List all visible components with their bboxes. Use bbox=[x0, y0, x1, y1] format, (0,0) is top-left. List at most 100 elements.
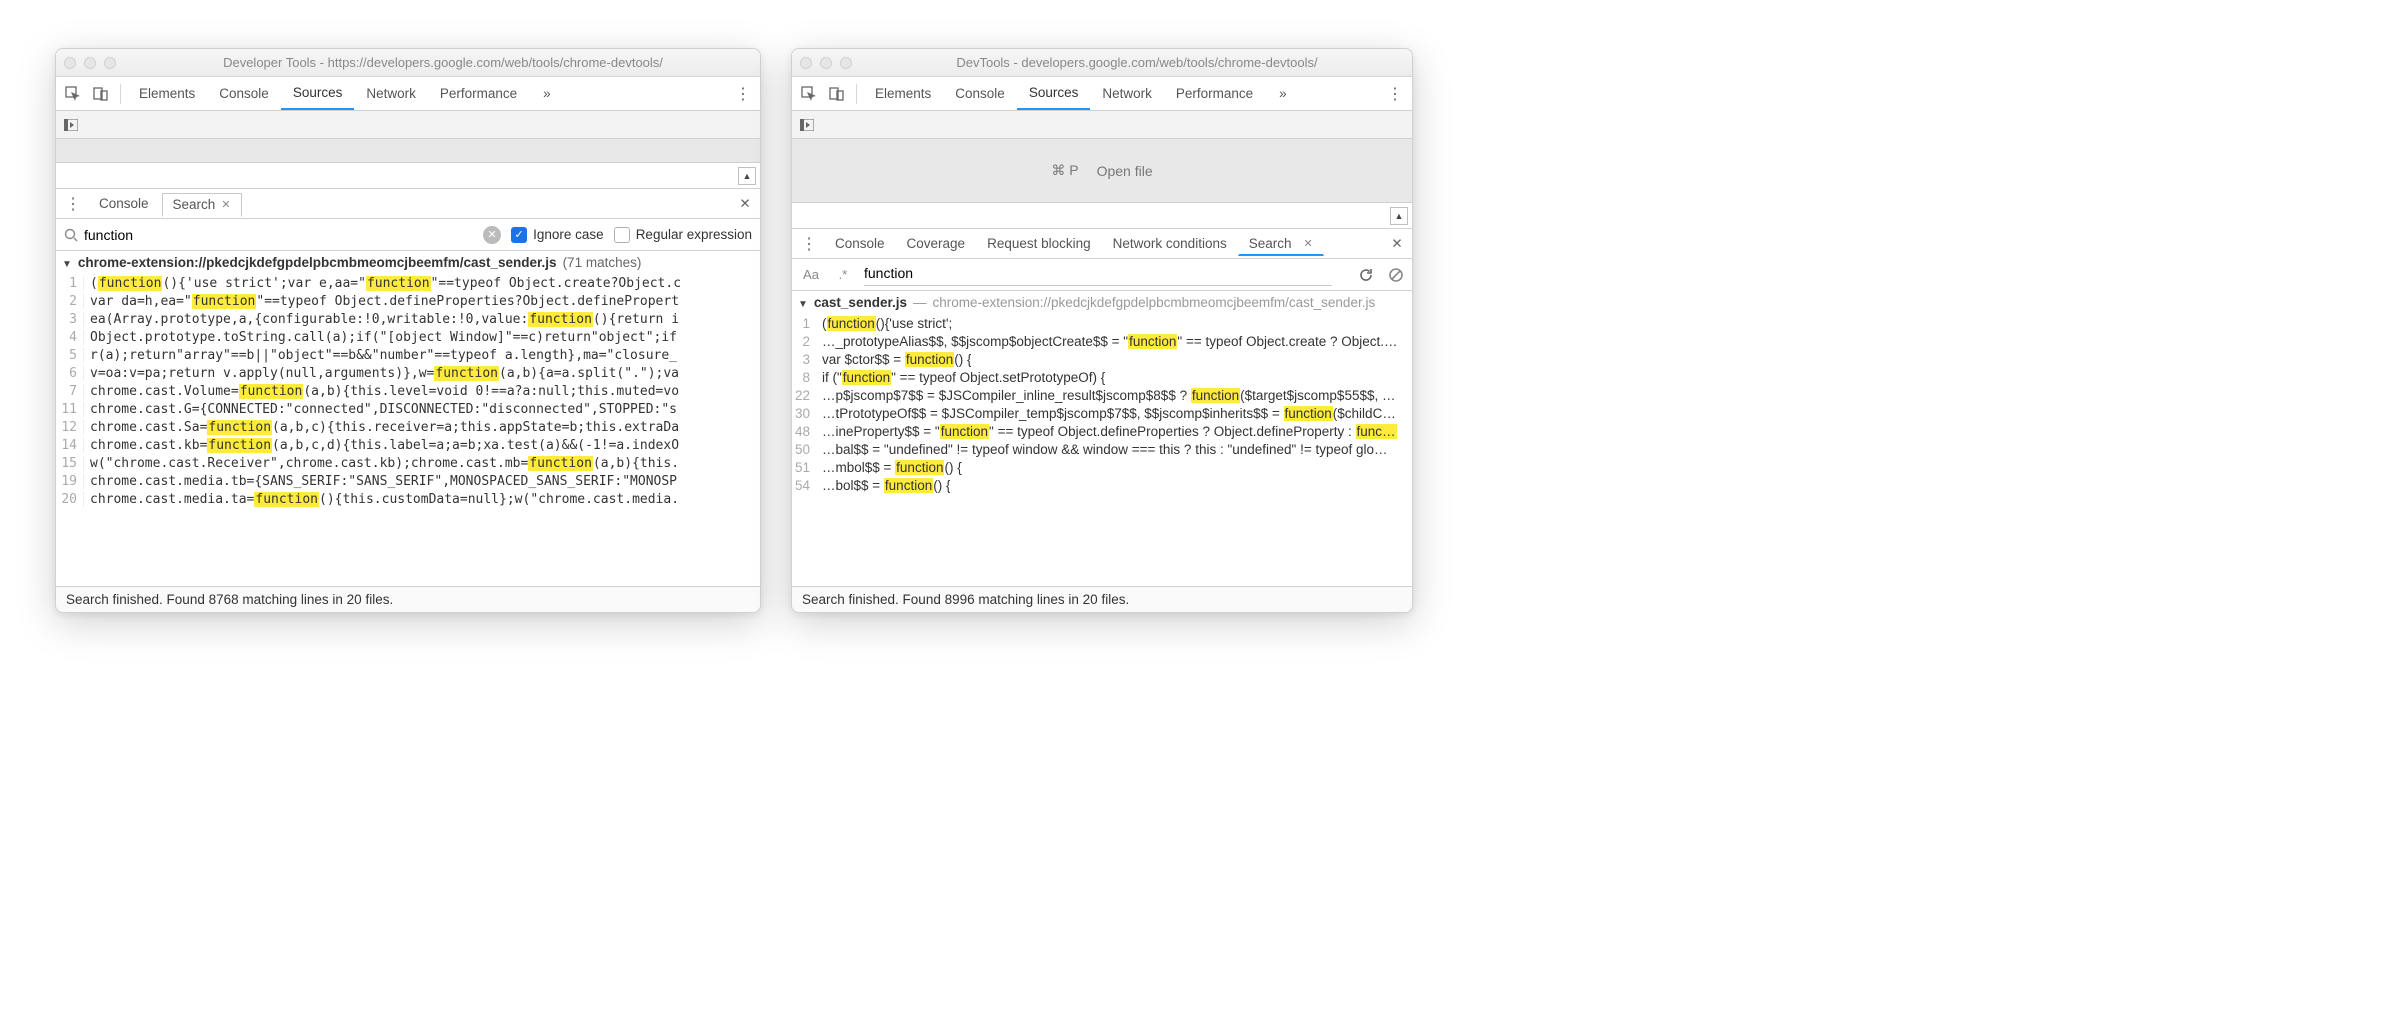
result-line[interactable]: 3var $ctor$$ = function() { bbox=[792, 350, 1412, 368]
close-tab-icon[interactable]: ✕ bbox=[221, 198, 230, 211]
drawer-kebab-icon[interactable]: ⋮ bbox=[60, 194, 86, 214]
traffic-min[interactable] bbox=[84, 57, 96, 69]
window-title: Developer Tools - https://developers.goo… bbox=[134, 55, 752, 70]
traffic-close[interactable] bbox=[64, 57, 76, 69]
ignore-case-checkbox[interactable]: ✓ Ignore case bbox=[511, 227, 604, 243]
regex-label: Regular expression bbox=[636, 227, 752, 242]
drawer-tab-console[interactable]: Console bbox=[88, 192, 160, 216]
result-line[interactable]: 2…_prototypeAlias$$, $$jscomp$objectCrea… bbox=[792, 332, 1412, 350]
result-file-header[interactable]: ▼ chrome-extension://pkedcjkdefgpdelpbcm… bbox=[56, 251, 760, 274]
kebab-menu-icon[interactable]: ⋮ bbox=[730, 84, 756, 104]
result-line[interactable]: 54…bol$$ = function() { bbox=[792, 476, 1412, 494]
line-number: 14 bbox=[56, 438, 84, 453]
drawer-tab-search[interactable]: Search✕ bbox=[1238, 232, 1324, 256]
result-line[interactable]: 2var da=h,ea="function"==typeof Object.d… bbox=[56, 292, 760, 310]
result-line[interactable]: 11chrome.cast.G={CONNECTED:"connected",D… bbox=[56, 400, 760, 418]
result-line[interactable]: 51…mbol$$ = function() { bbox=[792, 458, 1412, 476]
traffic-lights[interactable] bbox=[800, 57, 852, 69]
tab-console[interactable]: Console bbox=[943, 77, 1017, 110]
result-file-header[interactable]: ▼ cast_sender.js — chrome-extension://pk… bbox=[792, 291, 1412, 314]
refresh-icon[interactable] bbox=[1358, 267, 1374, 283]
result-line[interactable]: 15w("chrome.cast.Receiver",chrome.cast.k… bbox=[56, 454, 760, 472]
tab-elements[interactable]: Elements bbox=[127, 77, 207, 110]
tab-console[interactable]: Console bbox=[207, 77, 281, 110]
result-line[interactable]: 50…bal$$ = "undefined" != typeof window … bbox=[792, 440, 1412, 458]
traffic-lights[interactable] bbox=[64, 57, 116, 69]
drawer-close-icon[interactable]: ✕ bbox=[1386, 236, 1408, 252]
tabs-overflow[interactable]: » bbox=[1267, 77, 1299, 110]
titlebar[interactable]: DevTools - developers.google.com/web/too… bbox=[792, 49, 1412, 77]
result-line[interactable]: 12chrome.cast.Sa=function(a,b,c){this.re… bbox=[56, 418, 760, 436]
line-number: 19 bbox=[56, 474, 84, 489]
result-line[interactable]: 6v=oa:v=pa;return v.apply(null,arguments… bbox=[56, 364, 760, 382]
inspect-icon[interactable] bbox=[796, 81, 822, 107]
disclosure-triangle-icon[interactable]: ▼ bbox=[798, 299, 808, 310]
drawer-tab-console[interactable]: Console bbox=[824, 232, 896, 256]
tab-performance[interactable]: Performance bbox=[428, 77, 529, 110]
result-line[interactable]: 30…tPrototypeOf$$ = $JSCompiler_temp$jsc… bbox=[792, 404, 1412, 422]
match-case-icon[interactable]: Aa bbox=[800, 267, 822, 282]
tab-sources[interactable]: Sources bbox=[281, 77, 355, 110]
tab-network[interactable]: Network bbox=[1090, 77, 1164, 110]
kebab-menu-icon[interactable]: ⋮ bbox=[1382, 84, 1408, 104]
traffic-max[interactable] bbox=[840, 57, 852, 69]
result-line[interactable]: 19chrome.cast.media.tb={SANS_SERIF:"SANS… bbox=[56, 472, 760, 490]
traffic-max[interactable] bbox=[104, 57, 116, 69]
regex-icon[interactable]: .* bbox=[832, 267, 854, 282]
line-number: 1 bbox=[56, 276, 84, 291]
line-text: …bal$$ = "undefined" != typeof window &&… bbox=[816, 442, 1388, 457]
show-navigator-icon[interactable] bbox=[60, 114, 82, 136]
result-line[interactable]: 14chrome.cast.kb=function(a,b,c,d){this.… bbox=[56, 436, 760, 454]
line-text: (function(){'use strict'; bbox=[816, 316, 952, 331]
result-line[interactable]: 8if ("function" == typeof Object.setProt… bbox=[792, 368, 1412, 386]
devtools-window-right: DevTools - developers.google.com/web/too… bbox=[791, 48, 1413, 613]
line-text: var $ctor$$ = function() { bbox=[816, 352, 971, 367]
line-number: 5 bbox=[56, 348, 84, 363]
drawer-kebab-icon[interactable]: ⋮ bbox=[796, 234, 822, 254]
tab-performance[interactable]: Performance bbox=[1164, 77, 1265, 110]
line-number: 8 bbox=[792, 370, 816, 385]
disclosure-triangle-icon[interactable]: ▼ bbox=[62, 259, 72, 270]
result-line[interactable]: 20chrome.cast.media.ta=function(){this.c… bbox=[56, 490, 760, 508]
clear-input-icon[interactable]: ✕ bbox=[483, 226, 501, 244]
tab-network[interactable]: Network bbox=[354, 77, 428, 110]
drawer-tab-coverage[interactable]: Coverage bbox=[896, 232, 977, 256]
device-icon[interactable] bbox=[88, 81, 114, 107]
line-text: v=oa:v=pa;return v.apply(null,arguments)… bbox=[84, 366, 679, 381]
clear-icon[interactable] bbox=[1388, 267, 1404, 283]
result-line[interactable]: 4Object.prototype.toString.call(a);if("[… bbox=[56, 328, 760, 346]
result-line[interactable]: 48…ineProperty$$ = "function" == typeof … bbox=[792, 422, 1412, 440]
result-line[interactable]: 1(function(){'use strict'; bbox=[792, 314, 1412, 332]
drawer-tab-request-blocking[interactable]: Request blocking bbox=[976, 232, 1102, 256]
inspect-icon[interactable] bbox=[60, 81, 86, 107]
show-navigator-icon[interactable] bbox=[796, 114, 818, 136]
tab-sources[interactable]: Sources bbox=[1017, 77, 1091, 110]
sources-toolbar bbox=[792, 111, 1412, 139]
status-bar: Search finished. Found 8768 matching lin… bbox=[56, 586, 760, 612]
device-icon[interactable] bbox=[824, 81, 850, 107]
result-line[interactable]: 7chrome.cast.Volume=function(a,b){this.l… bbox=[56, 382, 760, 400]
tab-elements[interactable]: Elements bbox=[863, 77, 943, 110]
search-input[interactable] bbox=[84, 225, 477, 245]
collapse-icon[interactable]: ▲ bbox=[738, 167, 756, 185]
result-line[interactable]: 3ea(Array.prototype,a,{configurable:!0,w… bbox=[56, 310, 760, 328]
drawer-close-icon[interactable]: ✕ bbox=[734, 196, 756, 212]
result-line[interactable]: 22…p$jscomp$7$$ = $JSCompiler_inline_res… bbox=[792, 386, 1412, 404]
result-line[interactable]: 5r(a);return"array"==b||"object"==b&&"nu… bbox=[56, 346, 760, 364]
editor-placeholder bbox=[56, 139, 760, 163]
regex-checkbox[interactable]: Regular expression bbox=[614, 227, 752, 243]
result-file-name: cast_sender.js bbox=[814, 295, 907, 310]
drawer-tab-search[interactable]: Search ✕ bbox=[162, 193, 242, 217]
result-line[interactable]: 1(function(){'use strict';var e,aa="func… bbox=[56, 274, 760, 292]
close-tab-icon[interactable]: ✕ bbox=[1304, 237, 1313, 250]
titlebar[interactable]: Developer Tools - https://developers.goo… bbox=[56, 49, 760, 77]
traffic-min[interactable] bbox=[820, 57, 832, 69]
drawer-tab-network-conditions[interactable]: Network conditions bbox=[1102, 232, 1238, 256]
traffic-close[interactable] bbox=[800, 57, 812, 69]
collapse-icon[interactable]: ▲ bbox=[1390, 207, 1408, 225]
editor-open-file-hint: ⌘ P Open file bbox=[792, 139, 1412, 203]
tabs-overflow[interactable]: » bbox=[531, 77, 563, 110]
search-input[interactable] bbox=[864, 263, 1332, 283]
line-number: 51 bbox=[792, 460, 816, 475]
line-number: 3 bbox=[56, 312, 84, 327]
